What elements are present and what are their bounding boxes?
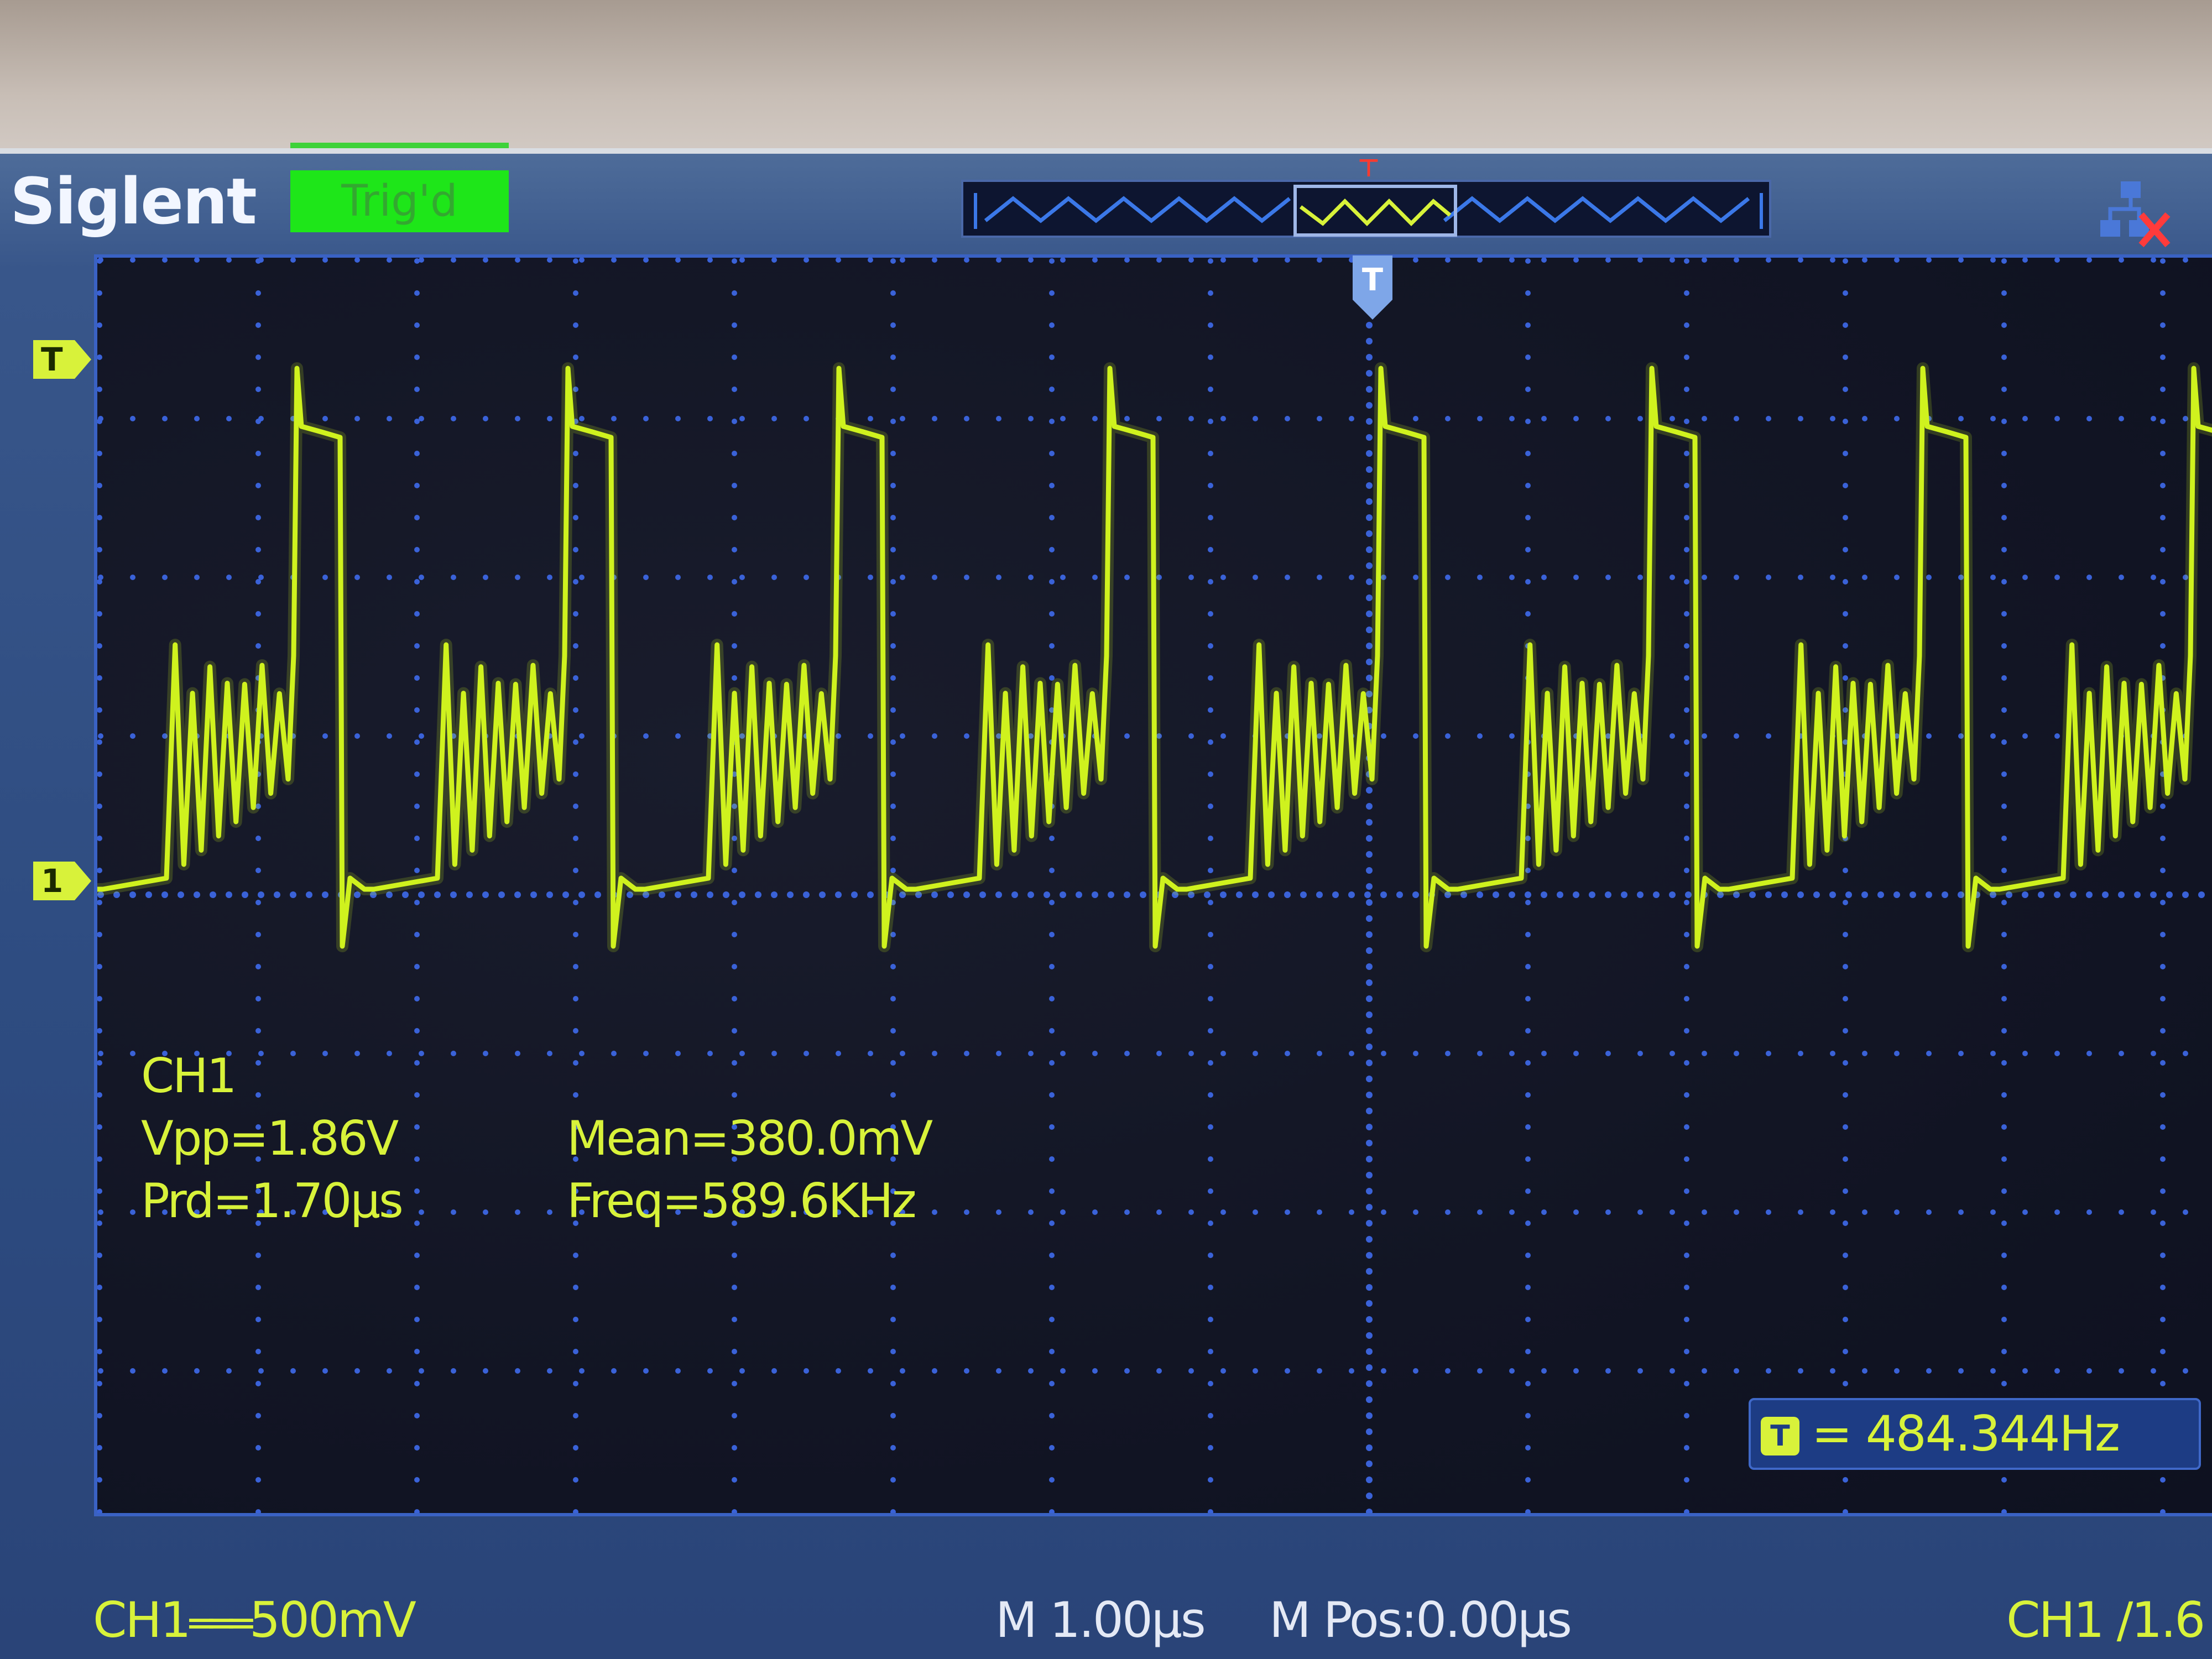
network-disconnected-icon [2096, 176, 2173, 253]
measure-channel-label: CH1 [141, 1048, 237, 1104]
dc-coupling-icon: ═══ [189, 1601, 253, 1646]
measure-frequency: Freq=589.6KHz [567, 1173, 917, 1229]
trigger-time-label: T [1361, 262, 1384, 298]
ch1-trace [97, 362, 2212, 952]
memory-wave-left [984, 196, 1291, 223]
trigger-counter-icon: T [1761, 1417, 1799, 1455]
frequency-counter-value: = 484.344Hz [1812, 1405, 2120, 1462]
status-indicator-line [290, 143, 509, 148]
trigger-position-top-icon: ⊤ [1357, 154, 1380, 182]
horizontal-position-readout[interactable]: M Pos:0.00µs [1269, 1587, 1572, 1653]
ch1-scale-channel: CH1 [93, 1592, 191, 1648]
trigger-level-marker[interactable]: T [33, 340, 94, 379]
timebase-readout[interactable]: M 1.00µs [995, 1587, 1206, 1653]
trigger-time-marker[interactable]: T [1350, 255, 1395, 321]
trigger-status-badge: Trig'd [290, 170, 509, 232]
ch1-waveform [97, 366, 2212, 949]
measure-period: Prd=1.70µs [141, 1173, 404, 1229]
ch1-offset-label: 1 [41, 862, 64, 900]
measure-mean: Mean=380.0mV [567, 1111, 933, 1166]
memory-viewport-window [1293, 185, 1457, 237]
trigger-info-readout[interactable]: CH1 ∕1.6 [2006, 1587, 2205, 1653]
memory-depth-indicator [961, 180, 1771, 238]
measure-vpp: Vpp=1.86V [141, 1111, 399, 1166]
trigger-level-label: T [41, 341, 63, 378]
ch1-vertical-scale[interactable]: CH1═══500mV [93, 1587, 416, 1653]
bezel-edge [0, 148, 2212, 154]
memory-wave-right [1443, 196, 1750, 223]
frequency-counter-panel: T = 484.344Hz [1749, 1398, 2201, 1470]
ch1-scale-value: 500mV [249, 1592, 416, 1648]
memory-wave-visible [1299, 199, 1452, 226]
brand-logo: Siglent [10, 165, 257, 239]
waveform-display[interactable] [94, 254, 2212, 1516]
background-wall [0, 0, 2212, 160]
ch1-offset-marker[interactable]: 1 [33, 862, 94, 900]
